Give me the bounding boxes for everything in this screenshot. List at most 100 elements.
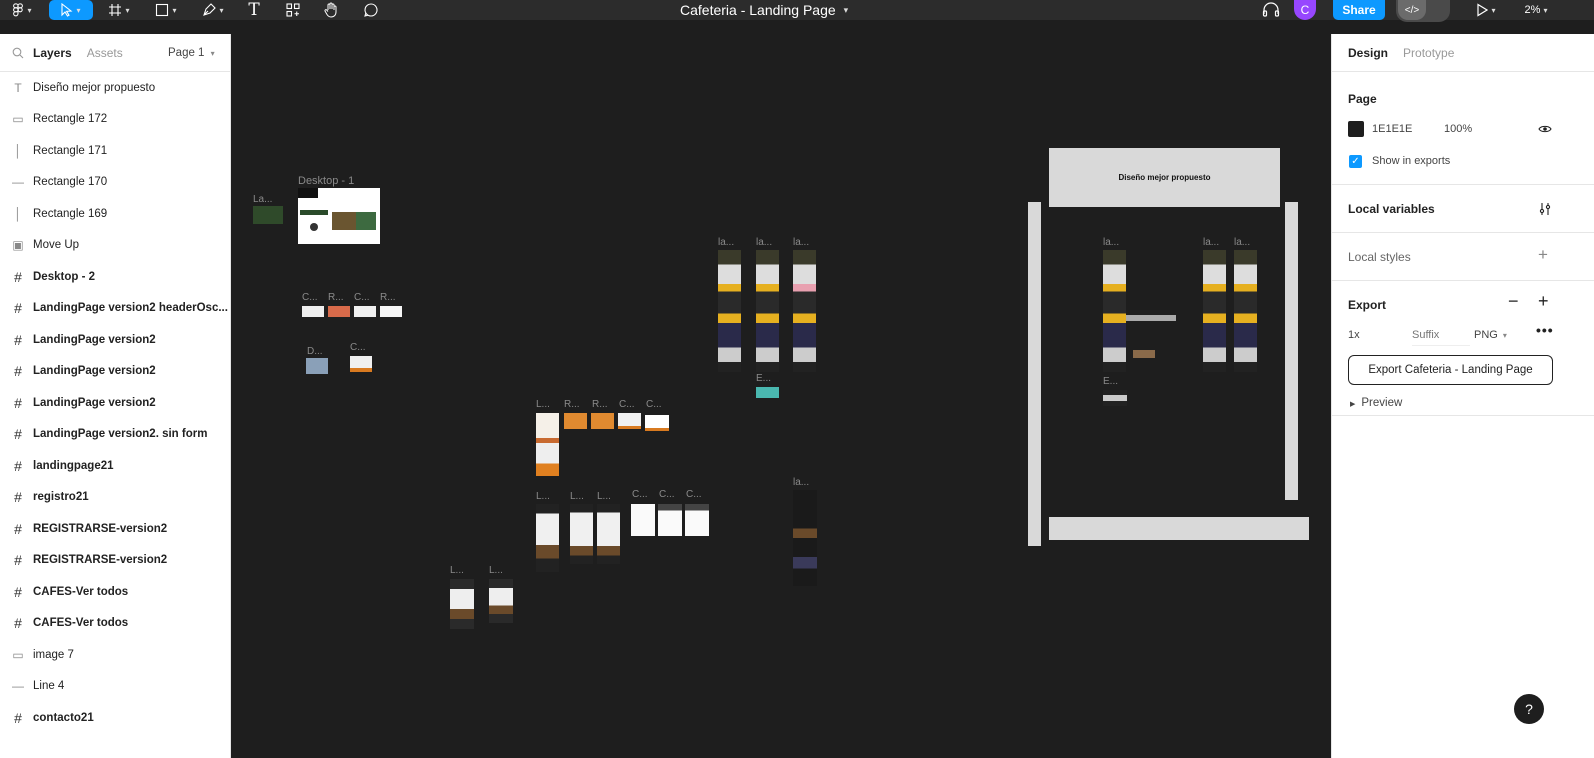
layer-row[interactable]: T Diseño mejor propuesto (0, 72, 230, 104)
frame-thumbnail[interactable] (570, 504, 593, 564)
tab-layers[interactable]: Layers (33, 46, 72, 60)
local-variables-section[interactable]: Local variables (1332, 185, 1594, 233)
frame-thumbnail[interactable] (536, 504, 559, 572)
page-color-hex[interactable]: 1E1E1E (1372, 123, 1412, 135)
frame-tool-button[interactable]: ▾ (102, 0, 136, 20)
layer-row[interactable]: — Line 4 (0, 671, 230, 703)
frame-thumbnail[interactable] (756, 387, 779, 398)
frame-thumbnail[interactable] (1133, 350, 1155, 358)
frame-thumbnail[interactable] (631, 504, 655, 536)
canvas[interactable]: La... Desktop - 1 C... R... C... R... D.… (231, 34, 1331, 758)
frame-thumbnail[interactable] (1103, 390, 1127, 406)
frame-thumbnail[interactable] (1203, 250, 1226, 372)
tab-prototype[interactable]: Prototype (1403, 46, 1454, 60)
zoom-menu[interactable]: 2% ▾ (1516, 0, 1556, 20)
layer-row[interactable]: │ Rectangle 169 (0, 198, 230, 230)
layer-row[interactable]: # CAFES-Ver todos (0, 576, 230, 608)
frame-thumbnail[interactable] (618, 413, 641, 429)
layer-row[interactable]: # contacto21 (0, 702, 230, 734)
frame-thumbnail[interactable] (328, 306, 350, 317)
page-selector[interactable]: Page 1 ▾ (168, 47, 215, 59)
page-color-swatch[interactable] (1348, 121, 1364, 137)
layer-row[interactable]: │ Rectangle 171 (0, 135, 230, 167)
export-scale[interactable]: 1x (1348, 329, 1360, 341)
move-tool-button[interactable]: ▾ (49, 0, 93, 20)
add-style-icon[interactable]: + (1538, 245, 1548, 265)
design-title-rectangle[interactable]: Diseño mejor propuesto (1049, 148, 1280, 207)
share-button[interactable]: Share (1333, 0, 1385, 20)
frame-thumbnail[interactable] (489, 579, 513, 623)
frame-thumbnail[interactable] (658, 504, 682, 536)
layer-row[interactable]: # LandingPage version2 (0, 356, 230, 388)
help-button[interactable]: ? (1514, 694, 1544, 724)
frame-thumbnail[interactable] (793, 250, 816, 372)
hand-tool-button[interactable] (318, 0, 344, 20)
vertical-rectangle[interactable] (1028, 202, 1041, 546)
horizontal-rectangle[interactable] (1049, 517, 1309, 540)
layer-row[interactable]: ▣ Move Up (0, 230, 230, 262)
frame-thumbnail[interactable] (591, 413, 614, 429)
layer-row[interactable]: # LandingPage version2. sin form (0, 419, 230, 451)
frame-thumbnail[interactable] (793, 490, 817, 586)
layer-row[interactable]: # LandingPage version2 (0, 324, 230, 356)
comment-tool-button[interactable] (358, 0, 384, 20)
pen-tool-button[interactable]: ▾ (195, 0, 231, 20)
file-title-menu[interactable]: Cafeteria - Landing Page ▾ (680, 0, 848, 20)
frame-thumbnail[interactable] (564, 413, 587, 429)
search-icon[interactable] (12, 47, 24, 59)
headphones-icon (1262, 2, 1280, 17)
resources-tool-button[interactable] (280, 0, 306, 20)
export-button[interactable]: Export Cafeteria - Landing Page (1348, 355, 1553, 385)
frame-thumbnail[interactable] (298, 188, 380, 244)
frame-icon: # (14, 520, 22, 537)
preview-toggle[interactable]: ▶ Preview (1350, 397, 1402, 409)
layer-row[interactable]: ▭ Rectangle 172 (0, 104, 230, 136)
layer-row[interactable]: # registro21 (0, 482, 230, 514)
export-format-select[interactable]: PNG ▾ (1474, 329, 1507, 341)
frame-thumbnail[interactable] (645, 415, 669, 431)
frame-thumbnail[interactable] (253, 206, 283, 224)
layer-row[interactable]: ▭ image 7 (0, 639, 230, 671)
layer-row[interactable]: # REGISTRARSE-version2 (0, 545, 230, 577)
frame-thumbnail[interactable] (756, 250, 779, 372)
present-button[interactable]: ▾ (1468, 0, 1504, 20)
add-export-icon[interactable]: + (1538, 291, 1549, 312)
remove-export-icon[interactable]: − (1508, 291, 1519, 312)
avatar[interactable]: C (1294, 0, 1316, 20)
vertical-rectangle[interactable] (1285, 202, 1298, 500)
shape-tool-button[interactable]: ▾ (148, 0, 184, 20)
text-tool-button[interactable]: T (241, 0, 267, 20)
frame-thumbnail[interactable] (302, 306, 324, 317)
tab-assets[interactable]: Assets (87, 46, 123, 60)
tab-design[interactable]: Design (1348, 46, 1388, 60)
layer-row[interactable]: # LandingPage version2 headerOsc... (0, 293, 230, 325)
frame-thumbnail[interactable] (536, 413, 559, 476)
frame-thumbnail[interactable] (1103, 250, 1126, 372)
variables-settings-icon[interactable] (1538, 202, 1552, 216)
page-opacity[interactable]: 100% (1444, 123, 1472, 135)
frame-thumbnail[interactable] (380, 306, 402, 317)
layer-row[interactable]: — Rectangle 170 (0, 167, 230, 199)
frame-thumbnail[interactable] (306, 358, 328, 374)
audio-chat-button[interactable] (1260, 0, 1282, 20)
export-suffix-input[interactable] (1412, 324, 1470, 346)
layer-row[interactable]: # REGISTRARSE-version2 (0, 513, 230, 545)
frame-thumbnail[interactable] (354, 306, 376, 317)
frame-thumbnail[interactable] (1126, 315, 1176, 321)
chevron-down-icon: ▾ (27, 5, 32, 15)
show-in-exports-checkbox[interactable]: ✓ (1349, 155, 1362, 168)
eye-icon[interactable] (1538, 124, 1552, 134)
frame-thumbnail[interactable] (718, 250, 741, 372)
frame-thumbnail[interactable] (350, 356, 372, 372)
frame-thumbnail[interactable] (450, 579, 474, 629)
frame-thumbnail[interactable] (1234, 250, 1257, 372)
layer-row[interactable]: # landingpage21 (0, 450, 230, 482)
layer-row[interactable]: # CAFES-Ver todos (0, 608, 230, 640)
layer-row[interactable]: # LandingPage version2 (0, 387, 230, 419)
frame-thumbnail[interactable] (685, 504, 709, 536)
dev-mode-toggle[interactable]: </> (1396, 0, 1450, 22)
frame-thumbnail[interactable] (597, 504, 620, 564)
layer-row[interactable]: # Desktop - 2 (0, 261, 230, 293)
more-options-icon[interactable]: ••• (1536, 322, 1554, 338)
main-menu-button[interactable]: ▾ (4, 0, 40, 20)
